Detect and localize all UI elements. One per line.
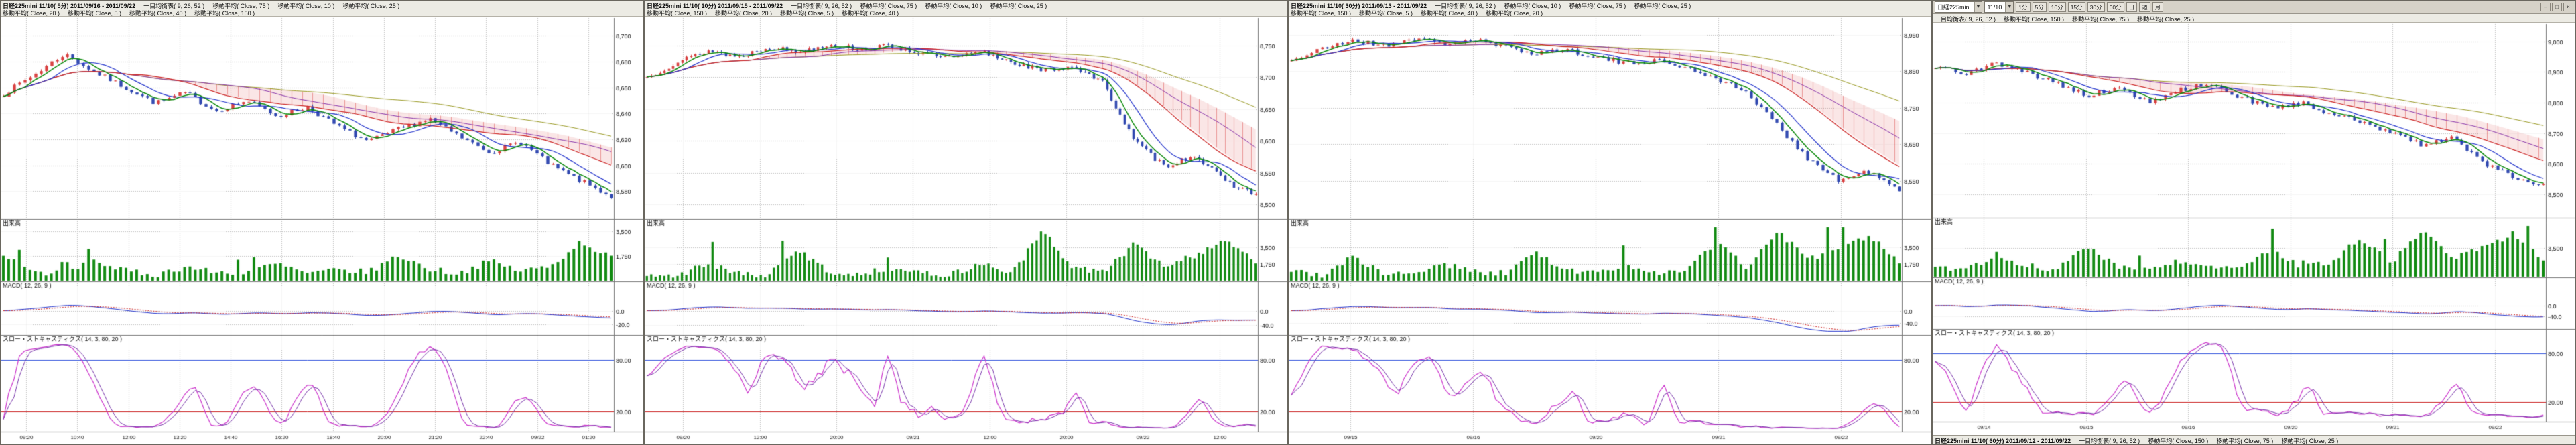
legend-item: 一目均衡表( 9, 26, 52 ) bbox=[2079, 437, 2140, 444]
timeframe-button-2[interactable]: 5分 bbox=[2033, 2, 2047, 12]
panel-title: 日経225mini 11/10( 60分) 2011/09/12 - 2011/… bbox=[1935, 437, 2071, 444]
timeframe-button-6[interactable]: 60分 bbox=[2107, 2, 2124, 12]
timeframe-button-5[interactable]: 30分 bbox=[2087, 2, 2105, 12]
legend-item: 移動平均( Close, 150 ) bbox=[647, 10, 707, 16]
minimize-button[interactable]: – bbox=[2540, 3, 2551, 11]
timeframe-button-7[interactable]: 日 bbox=[2126, 2, 2138, 12]
close-button[interactable]: × bbox=[2563, 3, 2573, 11]
chevron-down-icon: ▼ bbox=[2005, 2, 2013, 12]
legend-item: 移動平均( Close, 75 ) bbox=[1569, 3, 1626, 9]
chart-canvas[interactable] bbox=[645, 17, 1287, 444]
panel-header: 日経225mini 11/10( 5分) 2011/09/16 - 2011/0… bbox=[1, 1, 643, 17]
chevron-down-icon: ▼ bbox=[1974, 2, 1982, 12]
legend-item: 移動平均( Close, 75 ) bbox=[2216, 437, 2273, 444]
legend-item: 移動平均( Close, 150 ) bbox=[1291, 10, 1351, 16]
chart-toolbar: 日経225mini▼11/10▼1分5分10分15分30分60分日週月–□× bbox=[1933, 1, 2575, 14]
panel-header-line1: 日経225mini 11/10( 5分) 2011/09/16 - 2011/0… bbox=[3, 1, 641, 9]
chart-canvas[interactable] bbox=[1, 17, 643, 444]
legend-item: 移動平均( Close, 75 ) bbox=[2072, 16, 2129, 22]
legend-item: 移動平均( Close, 25 ) bbox=[2137, 16, 2194, 22]
legend-item: 移動平均( Close, 10 ) bbox=[925, 3, 982, 9]
panel-header: 日経225mini 11/10( 30分) 2011/09/13 - 2011/… bbox=[1289, 1, 1931, 17]
legend-item: 移動平均( Close, 5 ) bbox=[68, 10, 121, 16]
legend-item: 移動平均( Close, 25 ) bbox=[990, 3, 1047, 9]
panel-header-line1: 日経225mini 11/10( 10分) 2011/09/15 - 2011/… bbox=[647, 1, 1285, 9]
panel-header-line2: 移動平均( Close, 20 ) 移動平均( Close, 5 ) 移動平均( C… bbox=[3, 9, 641, 16]
charting-app: 日経225mini 11/10( 5分) 2011/09/16 - 2011/0… bbox=[0, 0, 2576, 445]
legend-item: 移動平均( Close, 5 ) bbox=[780, 10, 834, 16]
panel-footer-legend: 日経225mini 11/10( 60分) 2011/09/12 - 2011/… bbox=[1933, 435, 2575, 444]
legend-item: 移動平均( Close, 150 ) bbox=[194, 10, 255, 16]
symbol-select[interactable]: 日経225mini▼ bbox=[1935, 1, 1982, 13]
legend-item: 移動平均( Close, 20 ) bbox=[1486, 10, 1543, 16]
chart-canvas[interactable] bbox=[1933, 23, 2575, 435]
chart-canvas[interactable] bbox=[1289, 17, 1931, 444]
timeframe-button-4[interactable]: 15分 bbox=[2068, 2, 2085, 12]
legend-item: 移動平均( Close, 20 ) bbox=[715, 10, 772, 16]
legend-item: 一目均衡表( 9, 26, 52 ) bbox=[1935, 16, 1996, 22]
panel-title: 日経225mini 11/10( 30分) 2011/09/13 - 2011/… bbox=[1291, 3, 1427, 9]
legend-item: 移動平均( Close, 10 ) bbox=[277, 3, 334, 9]
panel-header-line2: 移動平均( Close, 150 ) 移動平均( Close, 20 ) 移動平均(… bbox=[647, 9, 1285, 16]
panel-header-line1: 一目均衡表( 9, 26, 52 ) 移動平均( Close, 150 ) 移動平均… bbox=[1935, 15, 2573, 22]
chart-panel-3: 日経225mini 11/10( 30分) 2011/09/13 - 2011/… bbox=[1288, 0, 1932, 445]
legend-item: 一目均衡表( 9, 26, 52 ) bbox=[791, 3, 852, 9]
legend-item: 移動平均( Close, 25 ) bbox=[2281, 437, 2338, 444]
window-buttons: –□× bbox=[2540, 3, 2573, 11]
chart-panel-1: 日経225mini 11/10( 5分) 2011/09/16 - 2011/0… bbox=[0, 0, 644, 445]
legend-item: 移動平均( Close, 5 ) bbox=[1359, 10, 1413, 16]
legend-item: 移動平均( Close, 40 ) bbox=[842, 10, 899, 16]
chart-panel-4: 日経225mini▼11/10▼1分5分10分15分30分60分日週月–□×一目… bbox=[1932, 0, 2576, 445]
panel-header: 日経225mini 11/10( 10分) 2011/09/15 - 2011/… bbox=[645, 1, 1287, 17]
legend-item: 移動平均( Close, 25 ) bbox=[1634, 3, 1691, 9]
legend-item: 移動平均( Close, 40 ) bbox=[1421, 10, 1478, 16]
legend-item: 一目均衡表( 9, 26, 52 ) bbox=[1435, 3, 1496, 9]
legend-item: 移動平均( Close, 10 ) bbox=[1504, 3, 1561, 9]
timeframe-button-3[interactable]: 10分 bbox=[2049, 2, 2066, 12]
panel-header-line2: 移動平均( Close, 150 ) 移動平均( Close, 5 ) 移動平均( … bbox=[1291, 9, 1929, 16]
legend-item: 移動平均( Close, 25 ) bbox=[342, 3, 399, 9]
panel-title: 日経225mini 11/10( 10分) 2011/09/15 - 2011/… bbox=[647, 3, 783, 9]
legend-item: 移動平均( Close, 150 ) bbox=[2004, 16, 2064, 22]
symbol-select-value: 日経225mini bbox=[1937, 3, 1971, 11]
legend-item: 一目均衡表( 9, 26, 52 ) bbox=[143, 3, 204, 9]
panel-header-line1: 日経225mini 11/10( 30分) 2011/09/13 - 2011/… bbox=[1291, 1, 1929, 9]
timeframe-button-9[interactable]: 月 bbox=[2152, 2, 2164, 12]
contract-month-select[interactable]: 11/10▼ bbox=[1984, 1, 2014, 13]
legend-item: 移動平均( Close, 150 ) bbox=[2148, 437, 2208, 444]
timeframe-button-8[interactable]: 週 bbox=[2139, 2, 2150, 12]
panel-header: 一目均衡表( 9, 26, 52 ) 移動平均( Close, 150 ) 移動平均… bbox=[1933, 14, 2575, 23]
maximize-button[interactable]: □ bbox=[2552, 3, 2562, 11]
legend-item: 移動平均( Close, 75 ) bbox=[860, 3, 917, 9]
panel-title: 日経225mini 11/10( 5分) 2011/09/16 - 2011/0… bbox=[3, 3, 135, 9]
legend-item: 移動平均( Close, 20 ) bbox=[3, 10, 60, 16]
chart-panel-2: 日経225mini 11/10( 10分) 2011/09/15 - 2011/… bbox=[644, 0, 1288, 445]
timeframe-button-1[interactable]: 1分 bbox=[2016, 2, 2030, 12]
legend-item: 移動平均( Close, 75 ) bbox=[212, 3, 269, 9]
contract-month-value: 11/10 bbox=[1987, 4, 2002, 11]
legend-item: 移動平均( Close, 40 ) bbox=[129, 10, 186, 16]
